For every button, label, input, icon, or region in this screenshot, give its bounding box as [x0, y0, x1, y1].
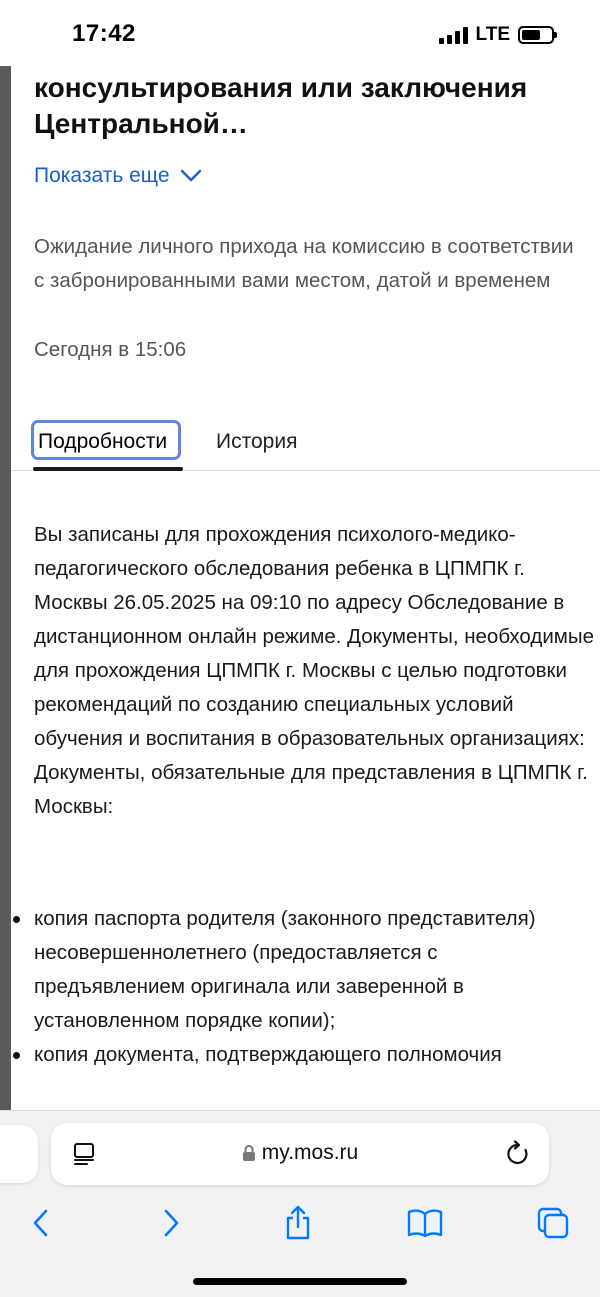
tab-details-label: Подробности [38, 430, 168, 453]
previous-tab-preview[interactable] [0, 1125, 38, 1183]
tab-bar: Подробности История [11, 418, 600, 471]
bookmarks-button[interactable] [403, 1203, 447, 1243]
tabs-icon [537, 1207, 569, 1239]
address-bar[interactable]: my.mos.ru [51, 1123, 549, 1185]
web-content: консультирования или заключения Централь… [0, 66, 600, 1110]
tab-history[interactable]: История [216, 430, 297, 454]
status-bar: 17:42 LTE [0, 0, 600, 66]
show-more-link[interactable]: Показать еще [34, 164, 202, 188]
chevron-right-icon [164, 1209, 179, 1237]
active-tab-indicator [33, 467, 183, 471]
browser-toolbar: my.mos.ru [0, 1110, 600, 1297]
list-item: копия документа, подтверждающего полномо… [0, 1038, 589, 1072]
book-icon [407, 1209, 443, 1238]
status-description: Ожидание личного прихода на комиссию в с… [34, 235, 574, 292]
lock-icon [242, 1145, 255, 1161]
share-icon [286, 1205, 310, 1240]
share-button[interactable] [276, 1203, 320, 1243]
status-date: Сегодня в 15:06 [34, 338, 187, 361]
navigation-row [0, 1203, 600, 1243]
network-type: LTE [475, 24, 510, 45]
back-button[interactable] [19, 1203, 63, 1243]
status-time: 17:42 [72, 20, 136, 47]
forward-button[interactable] [149, 1203, 193, 1243]
documents-list: копия паспорта родителя (законного предс… [0, 902, 600, 1072]
details-text: Вы записаны для прохождения психолого-ме… [34, 518, 594, 824]
required-documents-heading: Документы, обязательные для представлени… [34, 761, 588, 818]
chevron-down-icon [180, 169, 201, 182]
tab-details[interactable]: Подробности [31, 420, 181, 460]
home-indicator [193, 1278, 407, 1285]
url-text: my.mos.ru [261, 1141, 359, 1164]
show-more-label: Показать еще [34, 164, 170, 187]
reload-icon[interactable] [505, 1140, 531, 1168]
url-display[interactable]: my.mos.ru [51, 1141, 549, 1165]
page-title: консультирования или заключения Централь… [34, 72, 528, 139]
list-item: копия паспорта родителя (законного предс… [0, 902, 589, 1038]
details-paragraph: Вы записаны для прохождения психолого-ме… [34, 523, 595, 750]
status-indicators: LTE [438, 24, 557, 46]
tabs-button[interactable] [531, 1203, 575, 1243]
bullet-icon [13, 1052, 20, 1059]
bullet-icon [13, 916, 20, 923]
chevron-left-icon [33, 1209, 48, 1237]
signal-icon [438, 26, 468, 44]
battery-icon [518, 26, 557, 44]
